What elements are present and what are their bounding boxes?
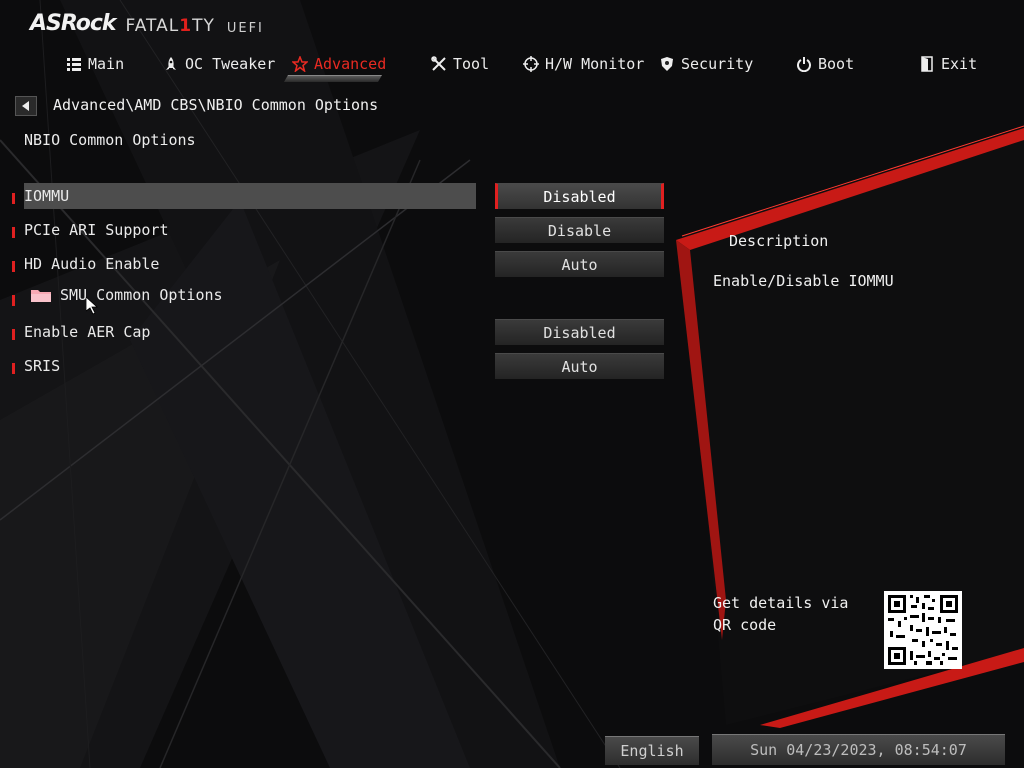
tab-hw-monitor-label: H/W Monitor [545, 55, 645, 73]
tab-boot-label: Boot [818, 55, 855, 73]
tab-tool[interactable]: Tool [431, 52, 489, 76]
tools-icon [431, 56, 446, 71]
item-marker [12, 193, 15, 204]
setting-label: HD Audio Enable [24, 255, 160, 273]
exit-door-icon [921, 56, 933, 72]
product-name: FATAL1TY [126, 16, 215, 36]
shield-icon [661, 57, 673, 71]
setting-pcie-ari-support-value[interactable]: Disable [495, 217, 664, 243]
brand-logo: ASRock FATAL1TY UEFI [30, 10, 264, 36]
setting-iommu[interactable]: IOMMU [24, 183, 476, 209]
back-arrow-icon [22, 101, 29, 111]
description-text: Enable/Disable IOMMU [713, 272, 894, 290]
power-icon [797, 57, 811, 72]
qr-code-icon [884, 591, 962, 669]
product-name-one: 1 [179, 16, 193, 36]
background-graphic [0, 0, 1024, 768]
tab-exit[interactable]: Exit [919, 52, 977, 76]
product-name-part-a: FATAL [125, 16, 180, 36]
setting-label: PCIe ARI Support [24, 221, 169, 239]
active-tab-indicator [283, 75, 383, 82]
item-marker [12, 261, 15, 272]
uefi-label: UEFI [226, 21, 264, 36]
page-title: NBIO Common Options [24, 131, 196, 149]
setting-sris-value[interactable]: Auto [495, 353, 664, 379]
mouse-cursor-icon [86, 297, 98, 315]
tab-main[interactable]: Main [66, 52, 124, 76]
setting-iommu-value[interactable]: Disabled [495, 183, 664, 209]
setting-hd-audio-enable-value[interactable]: Auto [495, 251, 664, 277]
setting-label: Enable AER Cap [24, 323, 151, 341]
datetime-display: Sun 04/23/2023, 08:54:07 [712, 734, 1005, 765]
setting-hd-audio-enable[interactable]: HD Audio Enable [24, 251, 476, 277]
tab-main-label: Main [88, 55, 125, 73]
tab-tool-label: Tool [453, 55, 490, 73]
list-icon [67, 58, 81, 71]
tab-boot[interactable]: Boot [796, 52, 854, 76]
crosshair-icon [523, 56, 539, 72]
setting-label: SRIS [24, 357, 61, 375]
breadcrumb: Advanced\AMD CBS\NBIO Common Options [53, 96, 379, 114]
rocket-icon [166, 57, 176, 70]
item-marker [12, 227, 15, 238]
description-title: Description [729, 232, 829, 250]
setting-label: IOMMU [24, 187, 70, 205]
folder-icon [31, 290, 51, 302]
brand-name: ASRock [30, 11, 117, 36]
qr-caption: Get details via QR code [713, 594, 849, 634]
language-button[interactable]: English [605, 736, 699, 765]
item-marker [12, 363, 15, 374]
product-name-part-b: TY [192, 16, 215, 36]
setting-enable-aer-cap[interactable]: Enable AER Cap [24, 319, 476, 345]
item-marker [12, 329, 15, 340]
tab-hw-monitor[interactable]: H/W Monitor [523, 52, 644, 76]
setting-sris[interactable]: SRIS [24, 353, 476, 379]
item-marker [12, 295, 15, 306]
tab-oc-tweaker-label: OC Tweaker [185, 55, 276, 73]
tab-advanced-label: Advanced [314, 55, 387, 73]
back-button[interactable] [15, 96, 37, 116]
setting-label: SMU Common Options [60, 286, 223, 304]
tab-security-label: Security [681, 55, 754, 73]
star-icon [292, 56, 308, 72]
setting-enable-aer-cap-value[interactable]: Disabled [495, 319, 664, 345]
tab-advanced[interactable]: Advanced [292, 52, 386, 76]
tab-security[interactable]: Security [659, 52, 753, 76]
tab-exit-label: Exit [941, 55, 978, 73]
tab-oc-tweaker[interactable]: OC Tweaker [163, 52, 275, 76]
setting-pcie-ari-support[interactable]: PCIe ARI Support [24, 217, 476, 243]
